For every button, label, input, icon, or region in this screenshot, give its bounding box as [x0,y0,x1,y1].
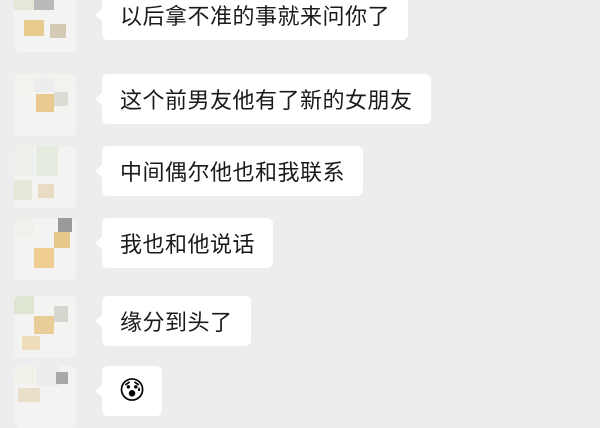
message-text: 中间偶尔他也和我联系 [120,161,346,186]
message-bubble[interactable]: 缘分到头了 [95,296,251,346]
chat-message: 我也和他说话 [14,218,494,280]
message-bubble[interactable]: 😰 [95,366,162,416]
chat-message: 中间偶尔他也和我联系 [14,146,494,208]
avatar[interactable] [14,218,76,280]
chat-message: 缘分到头了 [14,296,494,358]
message-bubble[interactable]: 这个前男友他有了新的女朋友 [95,74,431,124]
avatar[interactable] [14,146,76,208]
avatar[interactable] [14,296,76,358]
chat-message: 以后拿不准的事就来问你了 [14,0,494,52]
avatar[interactable] [14,366,76,428]
message-text: 这个前男友他有了新的女朋友 [120,89,413,114]
avatar[interactable] [14,74,76,136]
message-bubble[interactable]: 以后拿不准的事就来问你了 [94,0,409,40]
message-text: 缘分到头了 [120,311,233,336]
avatar[interactable] [14,0,76,52]
chat-message-list: 以后拿不准的事就来问你了 这个前男友他有了新的女朋友 中间偶尔他也和我联系 我也… [0,0,600,428]
chat-message: 😰 [14,366,494,428]
message-bubble[interactable]: 中间偶尔他也和我联系 [94,146,364,196]
message-bubble[interactable]: 我也和他说话 [94,218,274,268]
chat-message: 这个前男友他有了新的女朋友 [14,74,494,136]
message-text: 以后拿不准的事就来问你了 [120,5,391,30]
anxious-face-icon: 😰 [118,376,146,406]
message-text: 我也和他说话 [120,233,256,258]
